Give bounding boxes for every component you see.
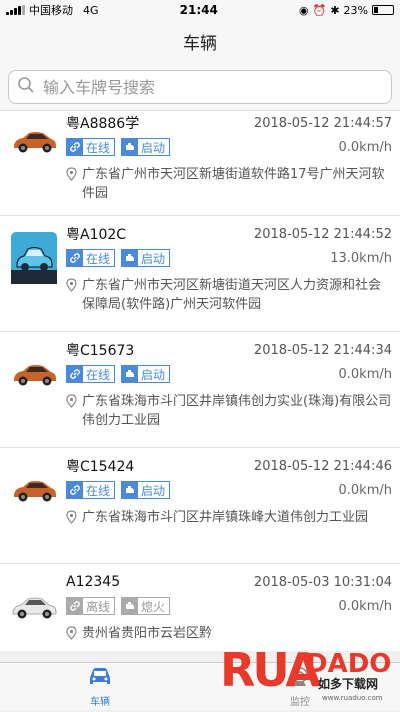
engine-icon xyxy=(122,598,139,614)
update-time: 2018-05-12 21:44:46 xyxy=(253,458,392,474)
plate-number: 粤C15673 xyxy=(66,343,135,359)
engine-status-badge: 启动 xyxy=(121,138,171,156)
search-icon xyxy=(17,76,35,98)
location-pin-icon xyxy=(66,392,82,430)
online-status-badge: 在线 xyxy=(66,481,116,499)
update-time: 2018-05-03 10:31:04 xyxy=(253,574,392,590)
vehicle-address: 广东省广州市天河区新塘街道天河区人力资源和社会保障局(软件路)广州天河软件园 xyxy=(82,278,382,312)
update-time: 2018-05-12 21:44:34 xyxy=(253,342,392,358)
rotation-lock-icon: ◉ xyxy=(299,3,309,17)
blue-car-icon xyxy=(8,216,60,331)
speed-value: 0.0km/h xyxy=(338,139,393,155)
carrier-label: 中国移动 xyxy=(29,4,73,17)
plate-number: 粤A102C xyxy=(66,227,127,243)
location-pin-icon xyxy=(66,508,82,530)
vehicle-address: 广东省珠海市斗门区井岸镇珠峰大道伟创力工业园 xyxy=(82,510,369,525)
clock: 21:44 xyxy=(179,3,218,17)
vehicle-list-item[interactable]: A12345 2018-05-03 10:31:04 离线 熄火 0.0km/h … xyxy=(0,564,400,651)
online-status-badge: 在线 xyxy=(66,249,116,267)
tab-vehicles[interactable]: 车辆 xyxy=(0,663,200,710)
speed-value: 0.0km/h xyxy=(338,598,393,614)
engine-icon xyxy=(122,250,139,266)
engine-status-badge: 启动 xyxy=(121,481,171,499)
link-icon xyxy=(67,598,83,614)
vehicle-list[interactable]: 粤A8886学 2018-05-12 21:44:57 在线 启动 0.0km/h… xyxy=(0,111,400,651)
offline-status-badge: 离线 xyxy=(66,597,116,615)
speed-value: 13.0km/h xyxy=(330,250,392,266)
plate-number: 粤C15424 xyxy=(66,459,135,475)
network-label: 4G xyxy=(83,3,99,17)
engine-status-badge: 启动 xyxy=(121,365,171,383)
speed-value: 0.0km/h xyxy=(338,366,393,382)
battery-percent: 23% xyxy=(343,3,368,17)
battery-icon xyxy=(372,5,394,15)
tab-label: 车辆 xyxy=(90,696,110,708)
engine-status-badge: 熄火 xyxy=(121,597,171,615)
svg-text:如多下载网: 如多下载网 xyxy=(318,676,378,691)
vehicle-address: 广东省珠海市斗门区井岸镇伟创力实业(珠海)有限公司伟创力工业园 xyxy=(82,394,392,428)
link-icon xyxy=(67,250,83,266)
online-status-badge: 在线 xyxy=(66,365,116,383)
nav-bar: 车辆 xyxy=(0,20,400,62)
signal-icon xyxy=(6,5,25,15)
link-icon xyxy=(67,482,83,498)
update-time: 2018-05-12 21:44:57 xyxy=(253,115,392,131)
plate-number: 粤A8886学 xyxy=(66,116,140,132)
vehicle-list-item[interactable]: 粤A102C 2018-05-12 21:44:52 在线 启动 13.0km/h… xyxy=(0,216,400,332)
search-box[interactable] xyxy=(8,70,392,104)
watermark-logo: RUA DADO 如多下载网 www.ruaduo.com xyxy=(218,640,398,708)
svg-text:www.ruaduo.com: www.ruaduo.com xyxy=(322,694,383,702)
white-sedan-icon xyxy=(8,564,60,651)
car-icon xyxy=(87,666,113,691)
engine-icon xyxy=(122,139,139,155)
update-time: 2018-05-12 21:44:52 xyxy=(253,226,392,242)
status-bar: 中国移动 4G 21:44 ◉ ⏰ ✱ 23% xyxy=(0,0,400,20)
engine-icon xyxy=(122,366,139,382)
engine-status-badge: 启动 xyxy=(121,249,171,267)
page-title: 车辆 xyxy=(183,33,217,54)
vehicle-list-item[interactable]: 粤C15424 2018-05-12 21:44:46 在线 启动 0.0km/h… xyxy=(0,448,400,564)
bluetooth-icon: ✱ xyxy=(330,3,340,17)
alarm-icon: ⏰ xyxy=(312,3,327,17)
location-pin-icon xyxy=(66,165,82,203)
orange-suv-icon xyxy=(8,111,60,215)
link-icon xyxy=(67,366,83,382)
search-bar xyxy=(0,62,400,111)
svg-text:DADO: DADO xyxy=(306,649,391,679)
online-status-badge: 在线 xyxy=(66,138,116,156)
plate-number: A12345 xyxy=(66,574,121,590)
vehicle-list-item[interactable]: 粤C15673 2018-05-12 21:44:34 在线 启动 0.0km/h… xyxy=(0,332,400,448)
engine-icon xyxy=(122,482,139,498)
vehicle-address: 广东省广州市天河区新塘街道软件路17号广州天河软件园 xyxy=(82,167,385,201)
search-input[interactable] xyxy=(43,77,383,97)
location-pin-icon xyxy=(66,624,82,646)
link-icon xyxy=(67,139,83,155)
location-pin-icon xyxy=(66,276,82,314)
speed-value: 0.0km/h xyxy=(338,482,393,498)
vehicle-list-item[interactable]: 粤A8886学 2018-05-12 21:44:57 在线 启动 0.0km/h… xyxy=(0,111,400,216)
orange-suv-icon xyxy=(8,332,60,447)
vehicle-address: 贵州省贵阳市云岩区黔 xyxy=(82,626,213,641)
orange-suv-icon xyxy=(8,448,60,563)
